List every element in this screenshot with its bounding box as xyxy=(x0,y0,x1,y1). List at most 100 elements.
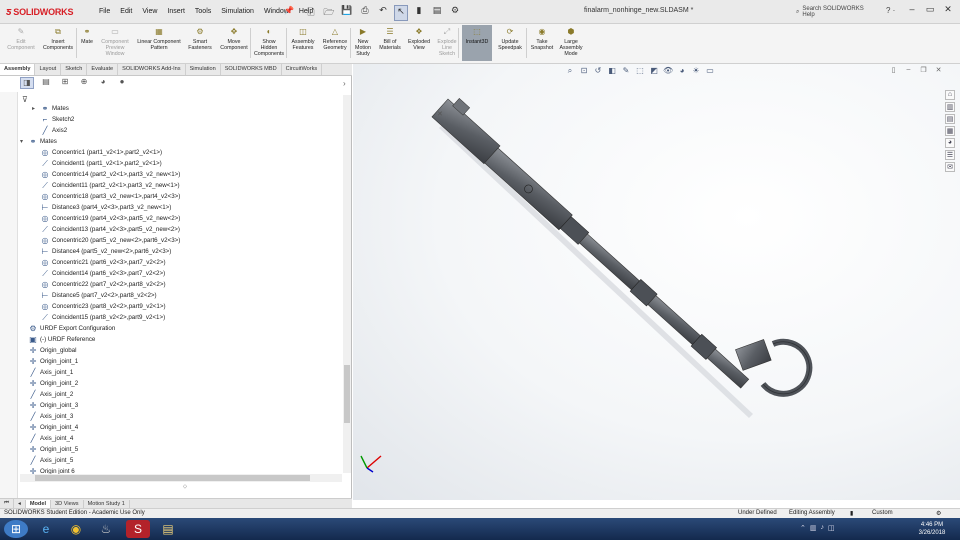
tab-circuitworks[interactable]: CircuitWorks xyxy=(282,64,323,75)
start-button-icon[interactable]: ⊞ xyxy=(4,520,28,538)
file-explorer-taskbar-icon[interactable]: ▤ xyxy=(156,520,180,538)
internet-explorer-icon[interactable]: e xyxy=(34,520,58,538)
tree-item[interactable]: ⟋ Coincident11 (part2_v2<1>,part3_v2_new<… xyxy=(32,180,179,191)
chrome-icon[interactable]: ◉ xyxy=(64,520,88,538)
tree-horizontal-scroll-thumb[interactable] xyxy=(35,475,310,481)
component-preview-window-button[interactable]: ▭ Component Preview Window xyxy=(98,27,132,58)
custom-properties-icon[interactable]: ☰ xyxy=(945,150,955,160)
bill-of-materials-button[interactable]: ☰ Bill of Materials xyxy=(378,27,402,52)
tree-item[interactable]: ╱ Axis2 xyxy=(32,125,68,136)
options-icon[interactable]: ⚙ xyxy=(448,5,462,21)
tree-item[interactable]: ⟋ Coincident13 (part4_v2<3>,part5_v2_new<… xyxy=(32,224,180,235)
tree-vertical-scroll-thumb[interactable] xyxy=(344,365,350,423)
tree-item[interactable]: ╱ Axis_joint_3 xyxy=(20,411,74,422)
tree-item[interactable]: ⊢ Distance3 (part4_v2<3>,part3_v2_new<1>) xyxy=(32,202,172,213)
solidworks-logo[interactable]: ƽ SOLIDWORKS xyxy=(6,5,73,19)
linear-component-pattern-button[interactable]: ▦ Linear Component Pattern xyxy=(136,27,182,52)
display-manager-icon[interactable]: ◕ xyxy=(96,77,110,89)
tree-item[interactable]: ◎ Concentric20 (part5_v2_new<2>,part6_v2<… xyxy=(32,235,181,246)
menu-file[interactable]: File xyxy=(94,6,115,18)
tree-item[interactable]: ▸ ⚭ Mates xyxy=(32,103,69,114)
close-icon[interactable]: ✕ xyxy=(940,4,956,18)
undo-icon[interactable]: ↶ xyxy=(376,5,390,21)
help-search[interactable]: ⌕ Search SOLIDWORKS Help xyxy=(796,5,876,19)
smart-fasteners-button[interactable]: ⚙ Smart Fasteners xyxy=(188,27,212,52)
appearance-icon[interactable]: ● xyxy=(115,77,129,89)
view-settings-icon[interactable]: ▭ xyxy=(705,66,715,76)
tree-item[interactable]: ╱ Axis_joint_1 xyxy=(20,367,74,378)
view-palette-icon[interactable]: ▦ xyxy=(945,126,955,136)
panel-expand-icon[interactable]: › xyxy=(343,79,346,88)
save-icon[interactable]: 💾 xyxy=(340,5,354,21)
tree-item[interactable]: ✛ Origin_global xyxy=(20,345,77,356)
tab-simulation[interactable]: Simulation xyxy=(186,64,221,75)
solidworks-taskbar-icon[interactable]: S xyxy=(126,520,150,538)
tab-solidworks-mbd[interactable]: SOLIDWORKS MBD xyxy=(221,64,282,75)
tree-item[interactable]: ✛ Origin_joint_4 xyxy=(20,422,79,433)
home-icon[interactable]: ⌂ xyxy=(945,90,955,100)
menu-insert[interactable]: Insert xyxy=(162,6,190,18)
tree-item[interactable]: ▣ (-) URDF Reference xyxy=(20,334,95,345)
view-orientation-icon[interactable]: ⬚ xyxy=(635,66,645,76)
tree-item[interactable]: ✛ Origin_joint_1 xyxy=(20,356,79,367)
arm-model[interactable]: ✕ xyxy=(353,64,960,500)
open-icon[interactable]: 🗁 xyxy=(322,5,336,21)
units-selector[interactable]: Custom xyxy=(872,510,893,516)
tree-item[interactable]: ✛ Origin_joint_3 xyxy=(20,400,79,411)
edit-component-button[interactable]: ✎ Edit Component xyxy=(4,27,38,52)
menu-tools[interactable]: Tools xyxy=(190,6,216,18)
bottom-tab-3d-views[interactable]: 3D Views xyxy=(51,499,84,508)
zoom-area-icon[interactable]: ⊡ xyxy=(579,66,589,76)
tree-item[interactable]: ⊢ Distance4 (part5_v2_new<2>,part6_v2<3>) xyxy=(32,246,172,257)
tree-item[interactable]: ⟋ Coincident15 (part8_v2<2>,part9_v2<1>) xyxy=(32,312,165,323)
section-view-icon[interactable]: ◧ xyxy=(607,66,617,76)
tray-arrow-icon[interactable]: ⌃ xyxy=(800,524,806,532)
forum-icon[interactable]: ✉ xyxy=(945,162,955,172)
tree-item[interactable]: ✛ Origin_joint_2 xyxy=(20,378,79,389)
apply-scene-icon[interactable]: ☀ xyxy=(691,66,701,76)
rebuild-indicator-icon[interactable]: ▮ xyxy=(850,510,853,517)
tree-item[interactable]: ◎ Concentric18 (part3_v2_new<1>,part4_v2<… xyxy=(32,191,181,202)
viewport-minimize-icon[interactable]: – xyxy=(903,66,914,74)
dimxpert-icon[interactable]: ⊕ xyxy=(77,77,91,89)
gripper[interactable] xyxy=(735,338,813,397)
tab-evaluate[interactable]: Evaluate xyxy=(87,64,119,75)
expand-toggle-icon[interactable]: ▸ xyxy=(32,105,40,112)
expand-toggle-icon[interactable]: ▾ xyxy=(20,138,28,145)
network-icon[interactable]: ▥ xyxy=(810,524,817,532)
tree-item[interactable]: ◎ Concentric21 (part6_v2<3>,part7_v2<2>) xyxy=(32,257,166,268)
menu-simulation[interactable]: Simulation xyxy=(216,6,259,18)
mate-button[interactable]: ⚭ Mate xyxy=(80,27,94,46)
tab-layout[interactable]: Layout xyxy=(35,64,62,75)
tree-item[interactable]: ◎ Concentric19 (part4_v2<3>,part5_v2_new<… xyxy=(32,213,181,224)
assembly-features-button[interactable]: ◫ Assembly Features xyxy=(290,27,316,52)
property-manager-icon[interactable]: ▤ xyxy=(39,77,53,89)
tab-solidworks-add-ins[interactable]: SOLIDWORKS Add-Ins xyxy=(118,64,186,75)
update-speedpak-button[interactable]: ⟳ Update Speedpak xyxy=(496,27,524,52)
zoom-to-fit-icon[interactable]: ⌕ xyxy=(565,66,575,76)
edit-appearance-icon[interactable]: ◕ xyxy=(677,66,687,76)
steam-icon[interactable]: ♨ xyxy=(94,520,118,538)
appearances-icon[interactable]: ◕ xyxy=(945,138,955,148)
print-icon[interactable]: ⎙ xyxy=(358,5,372,21)
taskbar-clock[interactable]: 4:46 PM 3/26/2018 xyxy=(908,521,956,537)
take-snapshot-button[interactable]: ◉ Take Snapshot xyxy=(530,27,554,52)
show-hidden-components-button[interactable]: ◐ Show Hidden Components xyxy=(254,27,284,58)
dynamic-annotation-icon[interactable]: ✎ xyxy=(621,66,631,76)
new-motion-study-button[interactable]: ▶ New Motion Study xyxy=(354,27,372,58)
settings-icon[interactable]: ⚙ xyxy=(936,510,941,517)
tree-item[interactable]: ◎ Concentric1 (part1_v2<1>,part2_v2<1>) xyxy=(32,147,163,158)
exploded-view-button[interactable]: ❖ Exploded View xyxy=(406,27,432,52)
tree-item[interactable]: ╱ Axis_joint_2 xyxy=(20,389,74,400)
tree-item[interactable]: ◎ Concentric23 (part8_v2<2>,part9_v2<1>) xyxy=(32,301,166,312)
minimize-icon[interactable]: – xyxy=(904,4,920,18)
display-style-icon[interactable]: ◩ xyxy=(649,66,659,76)
tree-item[interactable]: ▾ ⚭ Mates xyxy=(20,136,57,147)
tree-item[interactable]: ⌐ Sketch2 xyxy=(32,114,75,125)
nav-first-icon[interactable]: ⏮ xyxy=(0,499,15,508)
bottom-tab-model[interactable]: Model xyxy=(25,499,52,508)
filter-icon[interactable]: ⊽ xyxy=(22,95,28,104)
tree-item[interactable]: ⚙ URDF Export Configuration xyxy=(20,323,115,334)
large-assembly-mode-button[interactable]: ⬢ Large Assembly Mode xyxy=(558,27,584,58)
rebuild-icon[interactable]: ▮ xyxy=(412,5,426,21)
